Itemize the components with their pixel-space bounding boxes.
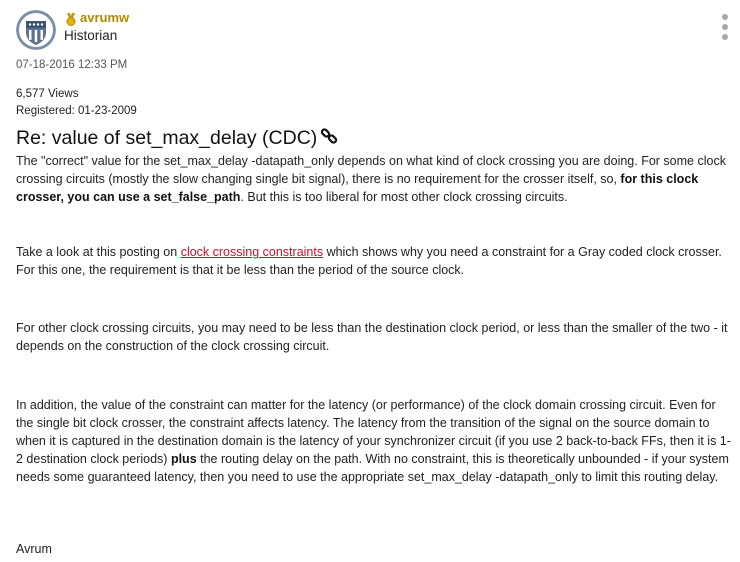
paragraph-1: The "correct" value for the set_max_dela… bbox=[16, 152, 736, 206]
bold-text: plus bbox=[170, 452, 197, 466]
post-title-row: Re: value of set_max_delay (CDC) bbox=[16, 127, 338, 150]
paragraph-4: In addition, the value of the constraint… bbox=[16, 396, 736, 486]
post-title: Re: value of set_max_delay (CDC) bbox=[16, 127, 318, 149]
paragraph-text: . But this is too liberal for most other… bbox=[240, 190, 568, 204]
paragraph-text: Take a look at this posting on bbox=[16, 245, 181, 259]
paragraph-3: For other clock crossing circuits, you m… bbox=[16, 321, 728, 353]
author-rank: Historian bbox=[64, 28, 118, 43]
post-header: avrumw Historian bbox=[16, 10, 732, 54]
more-options-icon[interactable] bbox=[718, 14, 732, 44]
signature: Avrum bbox=[16, 542, 52, 556]
post-date: 07-18-2016 12:33 PM bbox=[16, 59, 128, 71]
author-username[interactable]: avrumw bbox=[80, 10, 129, 25]
medal-icon bbox=[66, 13, 76, 26]
registered-date: Registered: 01-23-2009 bbox=[16, 105, 137, 117]
permalink-icon[interactable] bbox=[320, 127, 338, 145]
view-count: 6,577 Views bbox=[16, 88, 79, 100]
shield-avatar-icon[interactable] bbox=[16, 10, 56, 50]
paragraph-2: Take a look at this posting on clock cro… bbox=[16, 243, 736, 279]
clock-crossing-constraints-link[interactable]: clock crossing constraints bbox=[181, 245, 323, 259]
